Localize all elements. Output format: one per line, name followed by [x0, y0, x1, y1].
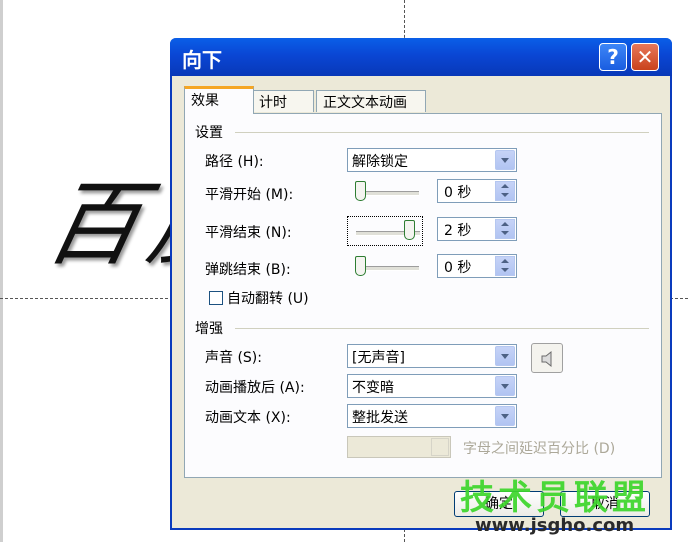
smooth-start-slider[interactable]	[351, 179, 423, 205]
close-button[interactable]: ✕	[631, 43, 659, 71]
chevron-down-icon[interactable]	[495, 406, 515, 426]
chevron-down-icon[interactable]	[495, 150, 515, 170]
chevron-down-icon[interactable]	[495, 346, 515, 366]
watermark-url: www.jsgho.com	[475, 515, 635, 536]
path-select[interactable]: 解除锁定	[347, 148, 517, 172]
animate-text-select[interactable]: 整批发送	[347, 404, 517, 428]
spinner-arrows-icon[interactable]	[495, 181, 515, 201]
sound-label: 声音 (S):	[205, 350, 262, 366]
bounce-end-value: 0 秒	[444, 260, 472, 276]
tab-text-animation[interactable]: 正文文本动画	[316, 90, 426, 112]
smooth-end-label: 平滑结束 (N):	[205, 225, 292, 241]
speaker-icon	[541, 350, 552, 368]
dialog-titlebar[interactable]: 向下 ? ✕	[170, 38, 672, 76]
bounce-end-label: 弹跳结束 (B):	[205, 262, 291, 278]
sound-value: [无声音]	[352, 350, 405, 366]
spinner-arrows-icon[interactable]	[495, 256, 515, 276]
smooth-start-spinner[interactable]: 0 秒	[437, 179, 517, 203]
enhancements-group-title: 增强	[195, 321, 223, 337]
smooth-end-spinner[interactable]: 2 秒	[437, 217, 517, 241]
slide-edge	[0, 0, 3, 542]
bounce-end-spinner[interactable]: 0 秒	[437, 254, 517, 278]
slider-thumb[interactable]	[404, 220, 415, 240]
tab-effect[interactable]: 效果	[184, 86, 254, 114]
spinner-arrows-icon[interactable]	[495, 219, 515, 239]
effect-options-dialog: 向下 ? ✕ 效果 计时 正文文本动画 设置 路径 (H): 解除锁定 平滑开始…	[170, 38, 672, 530]
auto-reverse-label[interactable]: 自动翻转 (U)	[227, 288, 309, 308]
sound-volume-button[interactable]	[531, 343, 563, 373]
slider-thumb[interactable]	[355, 181, 366, 201]
auto-reverse-checkbox[interactable]	[209, 291, 223, 305]
animate-text-label: 动画文本 (X):	[205, 410, 291, 426]
after-animation-select[interactable]: 不变暗	[347, 374, 517, 398]
settings-group-title: 设置	[195, 125, 223, 141]
smooth-start-label: 平滑开始 (M):	[205, 187, 294, 203]
smooth-start-value: 0 秒	[444, 185, 472, 201]
letter-delay-label: 字母之间延迟百分比 (D)	[463, 441, 616, 457]
tab-timing[interactable]: 计时	[252, 90, 314, 112]
spinner-arrows-icon	[431, 438, 449, 456]
smooth-end-slider[interactable]	[347, 216, 423, 246]
path-label: 路径 (H):	[205, 154, 264, 170]
sound-select[interactable]: [无声音]	[347, 344, 517, 368]
animate-text-value: 整批发送	[352, 410, 408, 426]
smooth-end-value: 2 秒	[444, 223, 472, 239]
tab-panel: 设置 路径 (H): 解除锁定 平滑开始 (M): 0 秒 平滑结束 (N): …	[184, 113, 662, 478]
settings-divider	[235, 132, 649, 133]
after-animation-label: 动画播放后 (A):	[205, 380, 305, 396]
path-value: 解除锁定	[352, 154, 408, 170]
chevron-down-icon[interactable]	[495, 376, 515, 396]
after-animation-value: 不变暗	[352, 380, 394, 396]
watermark-logo-text: 技术员联盟	[460, 478, 650, 518]
letter-delay-input	[347, 436, 451, 458]
bounce-end-slider[interactable]	[351, 254, 423, 280]
slider-thumb[interactable]	[355, 256, 366, 276]
dialog-title: 向下	[182, 48, 222, 72]
enhancements-divider	[235, 328, 649, 329]
help-button[interactable]: ?	[599, 43, 627, 71]
